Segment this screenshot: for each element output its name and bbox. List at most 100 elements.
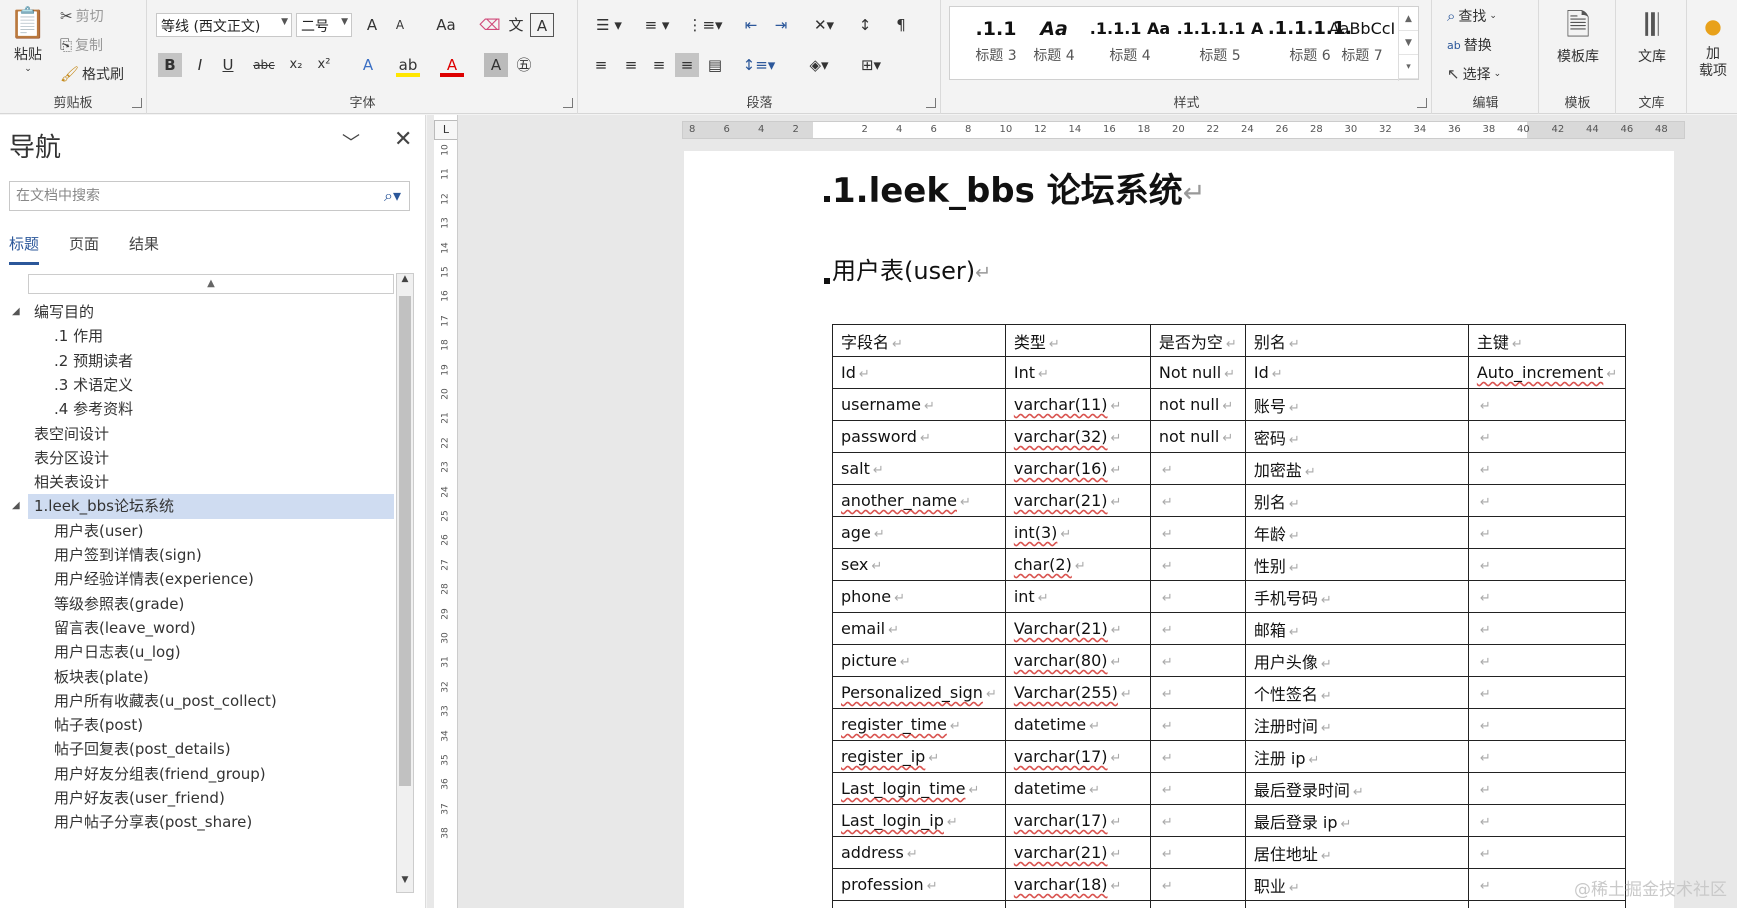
bold-button[interactable]: B [158, 53, 182, 77]
table-cell[interactable]: ↵ [1149, 676, 1246, 709]
chevron-down-icon[interactable]: ﹀ [342, 129, 360, 155]
nav-scrollbar[interactable]: ▲ ▼ [396, 273, 414, 893]
table-cell[interactable]: 在线状态(0 不在线 1 在线)↵ [1244, 900, 1469, 908]
line-spacing-icon[interactable]: ↕≡▾ [739, 53, 779, 77]
styles-launcher[interactable] [1417, 98, 1427, 108]
font-size-combo[interactable]: 二号 ▼ [296, 13, 352, 37]
table-cell[interactable]: datetime ↵ [1004, 772, 1151, 805]
change-case-button[interactable]: Aa [426, 13, 466, 37]
table-cell[interactable]: Varchar(255) ↵ [1004, 676, 1151, 709]
scroll-thumb[interactable] [399, 296, 411, 786]
shading-icon[interactable]: ◈▾ [799, 53, 839, 77]
chevron-up-icon[interactable]: ▲ [1399, 7, 1418, 31]
multilevel-list-icon[interactable]: ⋮≡▾ [685, 13, 725, 37]
table-cell[interactable]: phone ↵ [832, 580, 1006, 613]
table-cell[interactable]: varchar(11) ↵ [1004, 388, 1151, 421]
sort-icon[interactable]: ↕ [853, 13, 877, 37]
table-cell[interactable]: 别名 ↵ [1244, 484, 1469, 517]
table-cell[interactable]: profession ↵ [832, 868, 1006, 901]
tree-item[interactable]: 用户签到详情表(sign) [46, 543, 202, 568]
tree-item[interactable]: 用户经验详情表(experience) [46, 567, 254, 592]
table-cell[interactable]: not null ↵ [1149, 388, 1246, 421]
table-cell[interactable]: ↵ [1467, 612, 1627, 645]
table-cell[interactable]: 个性签名 ↵ [1244, 676, 1469, 709]
table-cell[interactable]: varchar(17) ↵ [1004, 740, 1151, 773]
more-icon[interactable]: ▾ [1399, 55, 1418, 79]
justify-icon[interactable]: ≡ [675, 53, 699, 77]
table-cell[interactable]: online_status↵ [832, 900, 1006, 908]
style-heading5[interactable]: .1.1.1.1 A 标题 5 [1176, 13, 1264, 73]
format-painter-button[interactable]: 🖌 格式刷 [60, 64, 124, 84]
table-cell[interactable]: ↵ [1467, 644, 1627, 677]
tree-item[interactable]: 等级参照表(grade) [46, 592, 184, 617]
tree-collapse-bar[interactable]: ▲ [28, 274, 394, 294]
search-input[interactable] [10, 182, 370, 210]
table-cell[interactable]: age ↵ [832, 516, 1006, 549]
numbering-icon[interactable]: ≡ ▾ [637, 13, 677, 37]
copy-button[interactable]: ⎘ 复制 [60, 35, 103, 55]
horizontal-ruler[interactable]: 8 6 4 2 2 4 6 8 10 12 14 16 18 20 22 24 26 28 30 32 34 36 38 40… [682, 121, 1685, 139]
table-cell[interactable]: varchar(16) ↵ [1004, 452, 1151, 485]
table-cell[interactable]: ↵ [1149, 740, 1246, 773]
tree-item[interactable]: 留言表(leave_word) [46, 616, 196, 641]
select-button[interactable]: ↖ 选择 ⌄ [1447, 64, 1501, 84]
document-page[interactable]: 1.leek_bbs 论坛系统↵ 用户表(user)↵ 字段名 ↵ 类型 ↵ 是否为空 ↵… [684, 151, 1674, 908]
tab-headings[interactable]: 标题 [9, 233, 40, 265]
table-cell[interactable]: int(3) ↵ [1004, 516, 1151, 549]
table-cell[interactable]: 职业 ↵ [1244, 868, 1469, 901]
table-cell[interactable]: 性别 ↵ [1244, 548, 1469, 581]
table-cell[interactable]: 邮箱 ↵ [1244, 612, 1469, 645]
table-cell[interactable]: 手机号码 ↵ [1244, 580, 1469, 613]
tree-item[interactable]: .1 作用 [46, 324, 103, 349]
table-cell[interactable]: ↵ [1149, 548, 1246, 581]
align-left-icon[interactable]: ≡ [589, 53, 613, 77]
table-cell[interactable]: Varchar(21) ↵ [1004, 612, 1151, 645]
style-gallery-scroll[interactable]: ▲ ▼ ▾ [1398, 7, 1418, 81]
table-cell[interactable]: Int ↵ [1004, 356, 1151, 389]
table-cell[interactable]: int ↵ [1004, 580, 1151, 613]
char-border-icon[interactable]: A [530, 13, 554, 37]
table-cell[interactable]: email ↵ [832, 612, 1006, 645]
table-cell[interactable]: Id ↵ [1244, 356, 1469, 389]
tree-item[interactable]: 用户好友分组表(friend_group) [46, 762, 266, 787]
table-cell[interactable]: 类型 ↵ [1004, 324, 1151, 357]
table-cell[interactable]: varchar(21) ↵ [1004, 484, 1151, 517]
tree-item[interactable]: .3 术语定义 [46, 373, 133, 398]
table-cell[interactable]: varchar(21) ↵ [1004, 836, 1151, 869]
tree-item[interactable]: 用户日志表(u_log) [46, 640, 181, 665]
table-cell[interactable]: ↵ [1467, 388, 1627, 421]
table-cell[interactable]: Personalized_sign ↵ [832, 676, 1006, 709]
table-cell[interactable]: 最后登录 ip ↵ [1244, 804, 1469, 837]
style-heading4-b[interactable]: .1.1.1 Aa 标题 4 [1086, 13, 1174, 73]
template-library-button[interactable]: 🗎 模板库 [1544, 6, 1612, 66]
table-cell[interactable]: ↵ [1149, 644, 1246, 677]
table-cell[interactable]: another_name ↵ [832, 484, 1006, 517]
user-table[interactable]: 字段名 ↵ 类型 ↵ 是否为空 ↵ 别名 ↵ 主键 ↵ Id ↵ Int ↵ Not null ↵ Id ↵ Aut… [832, 324, 1627, 908]
table-cell[interactable]: 加密盐 ↵ [1244, 452, 1469, 485]
table-cell[interactable]: Char(1)↵ [1004, 900, 1151, 908]
table-cell[interactable]: address ↵ [832, 836, 1006, 869]
cut-button[interactable]: ✂ 剪切 [60, 6, 104, 26]
table-cell[interactable]: varchar(17) ↵ [1004, 804, 1151, 837]
table-cell[interactable]: 用户头像 ↵ [1244, 644, 1469, 677]
table-cell[interactable]: ↵ [1149, 580, 1246, 613]
expand-triangle-icon[interactable]: ◢ [12, 306, 20, 317]
shrink-font-button[interactable]: A [388, 13, 412, 37]
tree-item[interactable]: 板块表(plate) [46, 665, 149, 690]
table-cell[interactable]: 账号 ↵ [1244, 388, 1469, 421]
superscript-button[interactable]: x² [312, 53, 336, 77]
table-cell[interactable]: ↵ [1467, 740, 1627, 773]
table-cell[interactable]: 居住地址 ↵ [1244, 836, 1469, 869]
table-cell[interactable]: not null ↵ [1149, 420, 1246, 453]
table-cell[interactable]: sex ↵ [832, 548, 1006, 581]
bullets-icon[interactable]: ☰ ▾ [589, 13, 629, 37]
table-cell[interactable]: ↵ [1467, 484, 1627, 517]
table-cell[interactable]: ↵ [1467, 772, 1627, 805]
tree-item[interactable]: .2 预期读者 [46, 349, 133, 374]
table-cell[interactable]: ↵ [1467, 708, 1627, 741]
table-cell[interactable]: ↵ [1149, 708, 1246, 741]
decrease-indent-icon[interactable]: ⇤ [739, 13, 763, 37]
asian-layout-icon[interactable]: ✕▾ [805, 13, 843, 37]
phonetic-guide-icon[interactable]: 文 [504, 13, 528, 37]
table-cell[interactable]: 最后登录时间 ↵ [1244, 772, 1469, 805]
